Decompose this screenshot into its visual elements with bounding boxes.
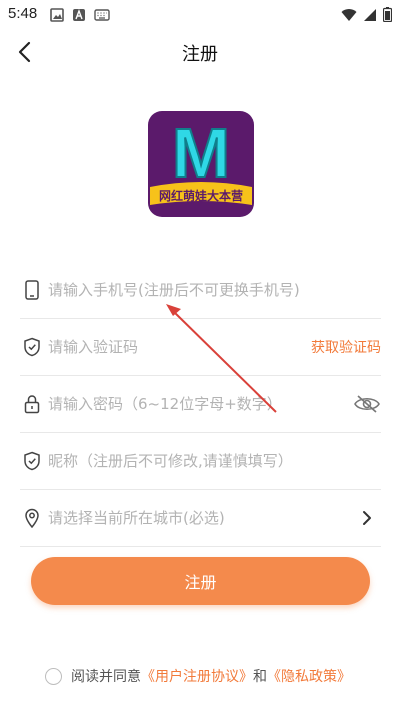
city-select[interactable]: [48, 509, 353, 527]
image-icon: [50, 8, 64, 22]
signal-icon: [364, 8, 376, 21]
status-time: 5:48: [8, 5, 38, 22]
battery-icon: [383, 7, 392, 22]
phone-row: [20, 262, 381, 319]
register-form: 获取验证码: [20, 262, 381, 547]
app-logo: M 网红萌娃大本营: [148, 111, 254, 217]
logo-text: 网红萌娃大本营: [159, 188, 243, 203]
status-bar: 5:48: [0, 0, 400, 30]
phone-icon: [21, 279, 43, 301]
city-row[interactable]: [20, 490, 381, 547]
get-code-button[interactable]: 获取验证码: [311, 337, 381, 357]
toggle-password-visibility-button[interactable]: [353, 390, 381, 418]
eye-off-icon: [354, 395, 380, 413]
user-agreement-link[interactable]: 《用户注册协议》: [141, 666, 253, 686]
code-row: 获取验证码: [20, 319, 381, 376]
verification-code-input[interactable]: [48, 338, 311, 356]
status-icons-left: [50, 8, 110, 22]
agreement-and: 和: [253, 669, 267, 685]
header: 注册: [0, 30, 400, 74]
a-icon: [73, 9, 85, 21]
agreement-checkbox[interactable]: [45, 667, 62, 685]
location-pin-icon: [21, 507, 43, 529]
page-title: 注册: [182, 44, 218, 65]
agreement-prefix: 阅读并同意: [71, 669, 141, 685]
keyboard-icon: [94, 9, 110, 21]
status-icons-right: [341, 7, 392, 22]
chevron-right-icon: [353, 504, 381, 532]
privacy-policy-link[interactable]: 《隐私政策》: [267, 666, 351, 686]
password-row: [20, 376, 381, 433]
nickname-input[interactable]: [48, 452, 381, 470]
register-button[interactable]: 注册: [31, 557, 370, 605]
password-input[interactable]: [48, 395, 353, 413]
shield-icon: [21, 450, 43, 472]
agreement: 阅读并同意 《用户注册协议》 和 《隐私政策》: [45, 666, 351, 686]
lock-icon: [21, 393, 43, 415]
logo-letter: M: [172, 114, 230, 192]
phone-input[interactable]: [48, 281, 381, 299]
shield-icon: [21, 336, 43, 358]
wifi-icon: [341, 8, 357, 21]
nickname-row: [20, 433, 381, 490]
